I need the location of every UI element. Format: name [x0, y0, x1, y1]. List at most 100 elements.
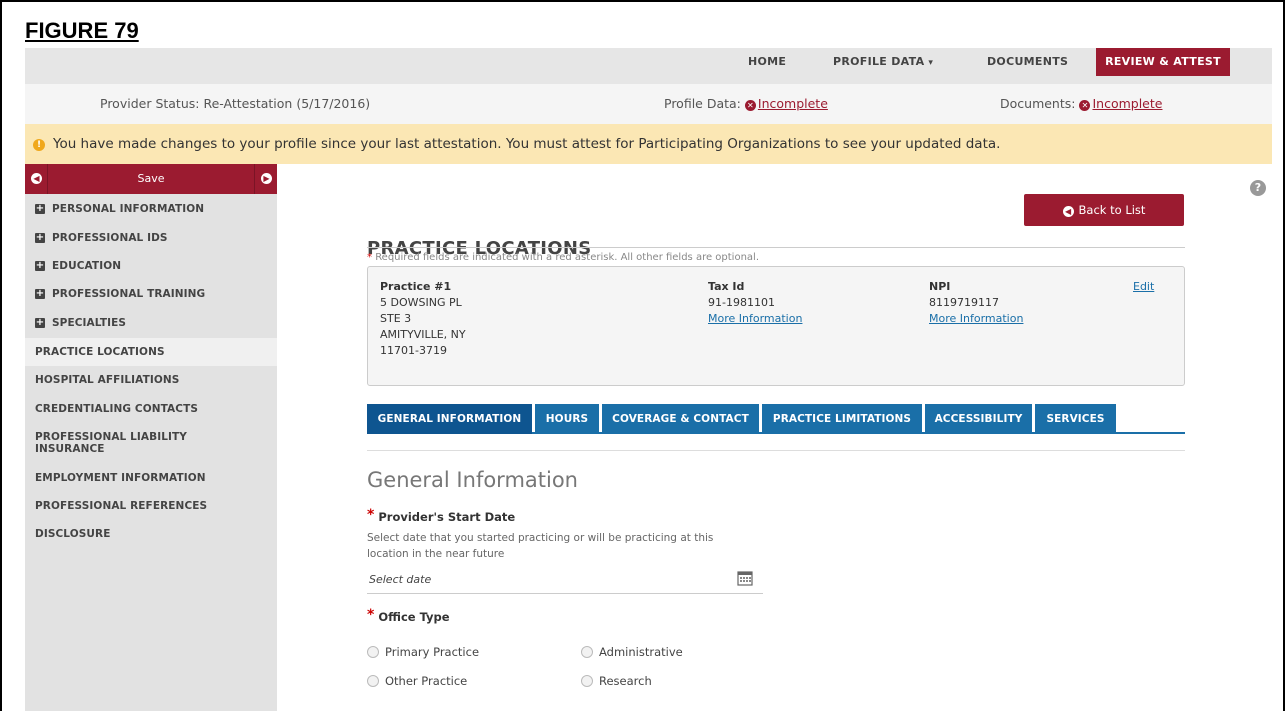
tab-services[interactable]: SERVICES	[1035, 404, 1116, 434]
profile-data-incomplete-link[interactable]: Incomplete	[758, 96, 828, 111]
documents-status: Documents: ✕ Incomplete	[1000, 96, 1162, 111]
sidebar-item-professional-liability-insurance[interactable]: PROFESSIONAL LIABILITY INSURANCE	[25, 426, 277, 460]
npi-more-text[interactable]: More Information	[929, 312, 1023, 325]
npi-value: 8119719117	[929, 296, 999, 309]
tab-practice-limitations[interactable]: PRACTICE LIMITATIONS	[762, 404, 922, 434]
sidebar-item-hospital-affiliations[interactable]: HOSPITAL AFFILIATIONS	[25, 366, 277, 394]
sidebar-item-employment-information[interactable]: EMPLOYMENT INFORMATION	[25, 464, 277, 492]
radio-primary-practice[interactable]: Primary Practice	[367, 645, 479, 659]
sidebar-item-specialties[interactable]: + SPECIALTIES	[25, 309, 277, 337]
sidebar-item-label: PROFESSIONAL REFERENCES	[35, 500, 208, 512]
office-type-label: * Office Type	[367, 607, 450, 624]
practice-card: Practice #1 5 DOWSING PL STE 3 AMITYVILL…	[367, 266, 1185, 386]
radio-circle[interactable]	[581, 646, 593, 658]
tab-bar: GENERAL INFORMATION HOURS COVERAGE & CON…	[367, 404, 1185, 434]
sidebar-item-label: PROFESSIONAL LIABILITY INSURANCE	[35, 431, 187, 455]
npi-label: NPI	[929, 280, 951, 293]
practice-city: AMITYVILLE, NY	[380, 328, 466, 341]
radio-research[interactable]: Research	[581, 674, 652, 688]
figure-label: FIGURE 79	[25, 18, 139, 43]
sidebar-item-label: PERSONAL INFORMATION	[52, 203, 205, 215]
nav-profile-data-label: PROFILE DATA	[833, 55, 925, 68]
provider-status: Provider Status: Re-Attestation (5/17/20…	[100, 96, 371, 111]
sidebar-item-education[interactable]: + EDUCATION	[25, 252, 277, 280]
nav-profile-data[interactable]: PROFILE DATA ▾	[833, 48, 933, 78]
radio-label: Other Practice	[385, 674, 468, 688]
practice-address2: STE 3	[380, 312, 412, 325]
edit-link[interactable]: Edit	[1133, 279, 1154, 295]
tax-id-more-link[interactable]: More Information	[708, 311, 802, 327]
radio-circle[interactable]	[367, 646, 379, 658]
required-note: * Required fields are indicated with a r…	[367, 252, 760, 263]
plus-icon: +	[35, 260, 45, 271]
caret-down-icon: ▾	[928, 58, 934, 68]
practice-name: Practice #1	[380, 280, 452, 293]
tab-coverage-contact[interactable]: COVERAGE & CONTACT	[602, 404, 759, 434]
sidebar-item-label: SPECIALTIES	[52, 317, 127, 329]
status-bar: Provider Status: Re-Attestation (5/17/20…	[25, 84, 1272, 124]
tax-id-value: 91-1981101	[708, 296, 775, 309]
start-date-input[interactable]	[367, 564, 727, 594]
sidebar-item-label: DISCLOSURE	[35, 528, 111, 540]
warning-icon: !	[33, 139, 45, 151]
sidebar-item-label: EMPLOYMENT INFORMATION	[35, 472, 206, 484]
plus-icon: +	[35, 232, 45, 243]
help-icon[interactable]: ?	[1250, 180, 1266, 196]
sidebar-item-label: PROFESSIONAL IDS	[52, 232, 168, 244]
save-bar: ◀ Save ▶	[25, 164, 277, 194]
edit-link-text[interactable]: Edit	[1133, 280, 1154, 293]
plus-icon: +	[35, 317, 45, 328]
documents-label: Documents:	[1000, 96, 1076, 111]
radio-other-practice[interactable]: Other Practice	[367, 674, 467, 688]
start-date-label-text: Provider's Start Date	[378, 510, 516, 524]
radio-circle[interactable]	[581, 675, 593, 687]
section-title: General Information	[367, 468, 578, 492]
tab-hours[interactable]: HOURS	[535, 404, 599, 434]
sidebar-item-label: EDUCATION	[52, 260, 122, 272]
sidebar-item-professional-training[interactable]: + PROFESSIONAL TRAINING	[25, 280, 277, 308]
sidebar-item-label: PROFESSIONAL TRAINING	[52, 288, 206, 300]
alert-text: You have made changes to your profile si…	[53, 136, 1001, 152]
office-type-label-text: Office Type	[378, 610, 450, 624]
tax-id-more-text[interactable]: More Information	[708, 312, 802, 325]
divider	[367, 450, 1185, 451]
top-nav: HOME PROFILE DATA ▾ DOCUMENTS REVIEW & AT…	[25, 48, 1272, 84]
radio-administrative[interactable]: Administrative	[581, 645, 683, 659]
sidebar-item-practice-locations[interactable]: PRACTICE LOCATIONS	[25, 338, 277, 366]
save-button[interactable]: Save	[25, 172, 277, 185]
documents-incomplete-link[interactable]: Incomplete	[1092, 96, 1162, 111]
sidebar-item-credentialing-contacts[interactable]: CREDENTIALING CONTACTS	[25, 395, 277, 423]
nav-documents[interactable]: DOCUMENTS	[987, 48, 1068, 78]
sidebar-item-professional-references[interactable]: PROFESSIONAL REFERENCES	[25, 492, 277, 520]
sidebar-item-label: HOSPITAL AFFILIATIONS	[35, 374, 180, 386]
sidebar-item-label: PRACTICE LOCATIONS	[35, 346, 165, 358]
back-to-list-label: Back to List	[1078, 203, 1146, 217]
attestation-alert: ! You have made changes to your profile s…	[25, 124, 1272, 164]
plus-icon: +	[35, 288, 45, 299]
radio-label: Primary Practice	[385, 645, 480, 659]
tab-accessibility[interactable]: ACCESSIBILITY	[925, 404, 1032, 434]
nav-home[interactable]: HOME	[748, 48, 786, 78]
calendar-icon[interactable]	[737, 570, 753, 586]
back-to-list-button[interactable]: ◀ Back to List	[1024, 194, 1184, 226]
divider	[367, 247, 1185, 248]
start-date-field	[367, 564, 763, 594]
profile-data-label: Profile Data:	[664, 96, 741, 111]
radio-circle[interactable]	[367, 675, 379, 687]
tab-general-information[interactable]: GENERAL INFORMATION	[367, 404, 532, 434]
x-circle-icon: ✕	[1079, 100, 1091, 111]
practice-zip: 11701-3719	[380, 344, 447, 357]
radio-label: Research	[599, 674, 652, 688]
divider	[254, 164, 255, 194]
sidebar-item-professional-ids[interactable]: + PROFESSIONAL IDS	[25, 224, 277, 252]
nav-review-attest[interactable]: REVIEW & ATTEST	[1096, 48, 1230, 76]
sidebar-item-personal-information[interactable]: + PERSONAL INFORMATION	[25, 195, 277, 223]
sidebar-item-disclosure[interactable]: DISCLOSURE	[25, 520, 277, 548]
profile-data-status: Profile Data: ✕ Incomplete	[664, 96, 828, 111]
npi-more-link[interactable]: More Information	[929, 311, 1023, 327]
required-note-text: Required fields are indicated with a red…	[375, 252, 760, 263]
start-date-help: Select date that you started practicing …	[367, 532, 714, 560]
arrow-left-icon: ◀	[1062, 206, 1074, 217]
expand-right-icon[interactable]: ▶	[261, 173, 272, 184]
sidebar: ◀ Save ▶ + PERSONAL INFORMATION + PROFESSI…	[25, 164, 277, 711]
